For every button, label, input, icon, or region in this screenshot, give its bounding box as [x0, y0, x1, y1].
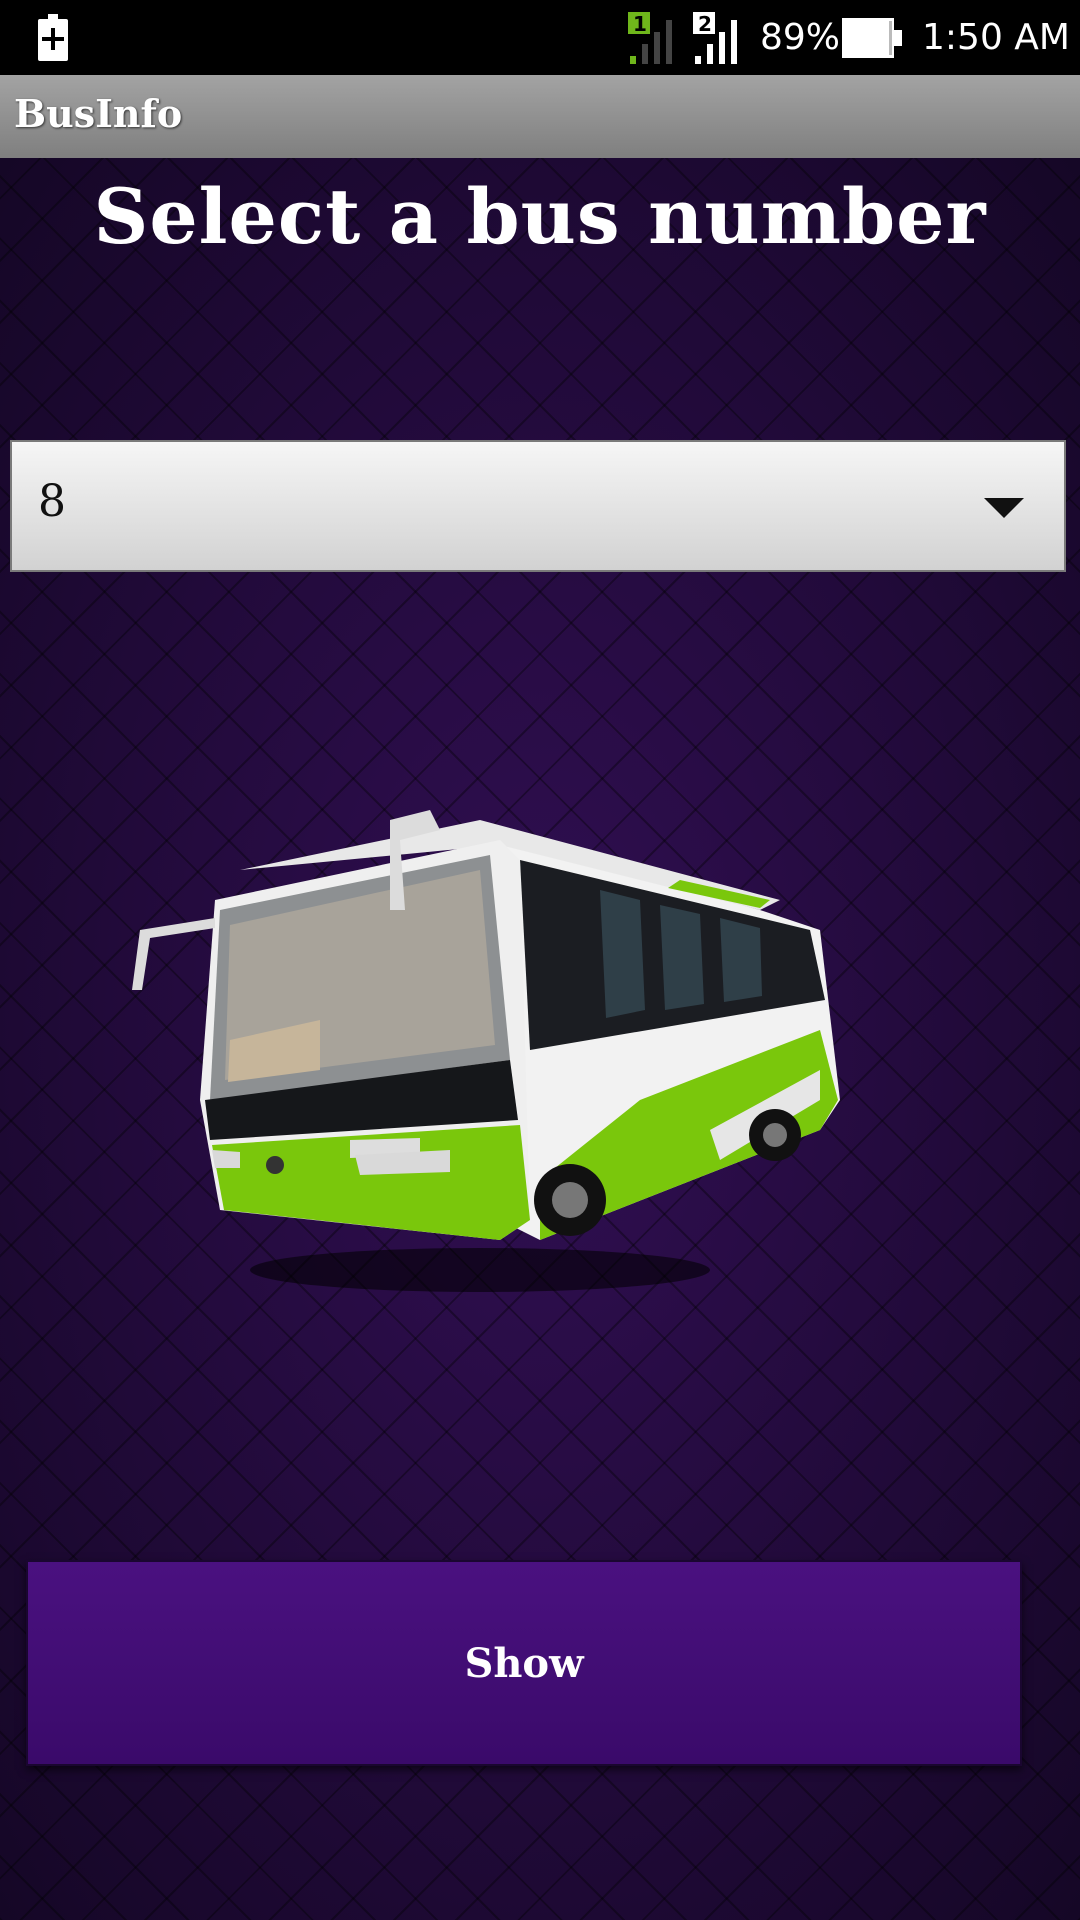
battery-icon — [842, 18, 902, 58]
battery-saver-icon — [38, 14, 68, 61]
bus-icon — [132, 810, 840, 1292]
action-bar: BusInfo — [0, 75, 1080, 159]
battery-percent: 89% — [760, 17, 841, 58]
spinner-selected-value: 8 — [38, 476, 66, 527]
svg-text:1: 1 — [633, 12, 647, 36]
show-button[interactable]: Show — [26, 1560, 1022, 1766]
svg-text:2: 2 — [698, 12, 712, 36]
bus-number-spinner[interactable]: 8 — [10, 440, 1066, 572]
status-bar: 1 2 89% 1:50 AM — [0, 0, 1080, 75]
signal-sim2-icon: 2 — [693, 12, 737, 64]
chevron-down-icon — [984, 498, 1024, 518]
clock: 1:50 AM — [922, 17, 1070, 58]
show-button-label: Show — [464, 1639, 584, 1687]
page-title: Select a bus number — [93, 172, 987, 261]
signal-sim1-icon: 1 — [628, 12, 672, 64]
app-title: BusInfo — [14, 91, 183, 136]
